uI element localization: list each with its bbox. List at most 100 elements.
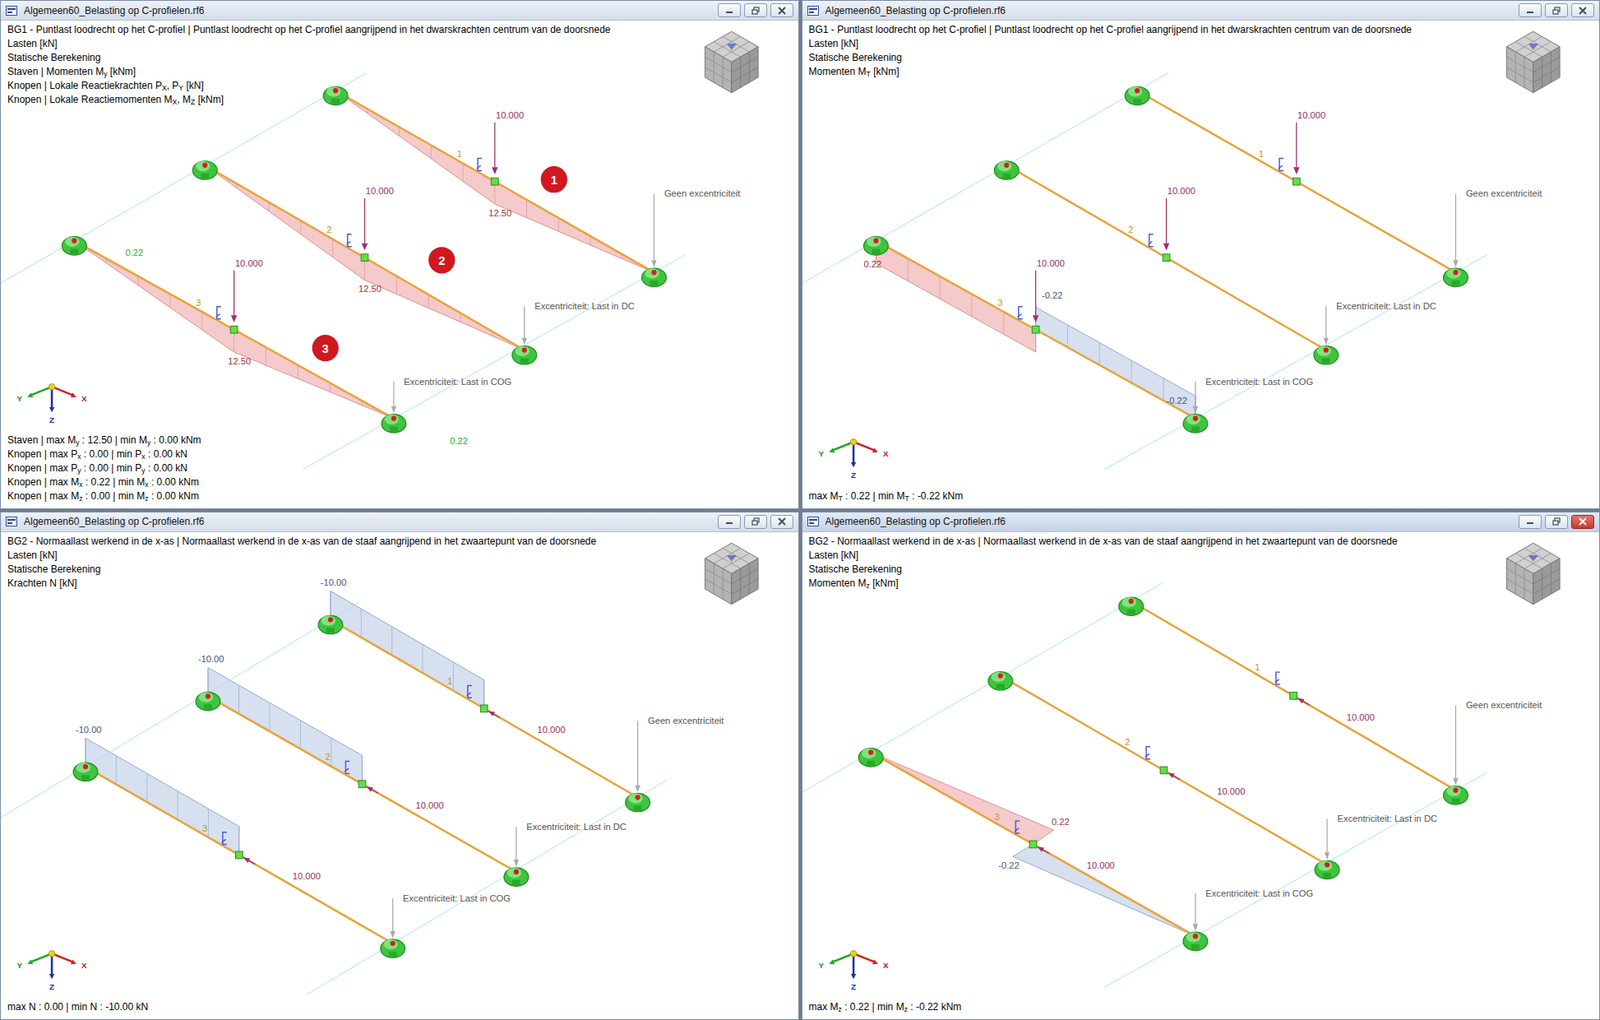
text-segment: BG1 - Puntlast loodrecht op het C-profie… bbox=[809, 23, 1413, 36]
close-button[interactable] bbox=[770, 3, 794, 18]
summary-line: Knopen | max Mz : 0.00 | min Mz : 0.00 k… bbox=[7, 489, 202, 504]
member-number: 1 bbox=[457, 148, 463, 159]
diagram-value: -10.00 bbox=[320, 577, 347, 588]
result-window[interactable]: Algemeen60_Belasting op C-profielen.rf6-… bbox=[0, 511, 800, 1020]
load-arrow-icon bbox=[1162, 198, 1169, 250]
load-value: 10.000 bbox=[537, 724, 566, 735]
load-arrow-icon bbox=[361, 198, 368, 250]
load-arrow-icon bbox=[1297, 697, 1309, 704]
model-canvas[interactable]: -10.00110.000Geen excentriciteit-10.0021… bbox=[0, 531, 799, 1020]
text-segment: Momenten M bbox=[809, 65, 867, 78]
support-icon bbox=[863, 236, 888, 255]
minimize-button[interactable] bbox=[717, 514, 741, 529]
load-node-icon bbox=[1292, 177, 1300, 185]
model-view[interactable]: -10.00110.000Geen excentriciteit-10.0021… bbox=[0, 531, 799, 1020]
close-button[interactable] bbox=[770, 514, 794, 529]
eccentricity-note: Excentriciteit: Last in COG bbox=[1205, 887, 1314, 898]
header-line: Staven | Momenten My [kNm] bbox=[7, 64, 611, 79]
member-line[interactable] bbox=[875, 240, 1196, 419]
member-line[interactable] bbox=[1006, 165, 1327, 351]
member-line[interactable] bbox=[1137, 90, 1456, 273]
callout-number: 1 bbox=[550, 173, 558, 187]
summary-line: Knopen | max Mx : 0.22 | min Mx : 0.00 k… bbox=[7, 475, 202, 490]
load-node-icon bbox=[360, 254, 369, 262]
load-arrow-icon bbox=[1167, 772, 1180, 779]
cross-section-icon bbox=[476, 158, 482, 172]
minimize-button[interactable] bbox=[1518, 514, 1542, 529]
reaction-value: 0.22 bbox=[124, 247, 144, 258]
eccentricity-note: Excentriciteit: Last in DC bbox=[534, 300, 635, 311]
member-line[interactable] bbox=[73, 240, 394, 419]
member-line[interactable] bbox=[999, 675, 1327, 865]
result-header: BG2 - Normaallast werkend in de x-as | N… bbox=[809, 534, 1398, 591]
minimize-button[interactable] bbox=[717, 3, 741, 18]
header-line: BG1 - Puntlast loodrecht op het C-profie… bbox=[7, 23, 611, 37]
result-header: BG2 - Normaallast werkend in de x-as | N… bbox=[7, 534, 597, 591]
member-line[interactable] bbox=[208, 695, 517, 872]
text-segment: max N : 0.00 | min N : -10.00 kN bbox=[7, 1000, 148, 1013]
eccentricity-note: Geen excentriciteit bbox=[1465, 188, 1542, 199]
diagram-value: 0.22 bbox=[1050, 815, 1069, 826]
text-segment: Knopen | max M bbox=[7, 476, 79, 488]
axis-label: Z bbox=[850, 980, 856, 990]
model-canvas[interactable]: 110.000Geen excentriciteit210.000Excentr… bbox=[802, 20, 1600, 509]
text-segment: Knopen | max M bbox=[7, 490, 79, 502]
eccentricity-note: Geen excentriciteit bbox=[664, 188, 741, 199]
minimize-icon bbox=[724, 6, 735, 15]
text-segment: Knopen | Lokale Reactiemomenten M bbox=[7, 93, 173, 106]
grid-line-icon bbox=[802, 72, 1487, 470]
member-line[interactable] bbox=[335, 90, 654, 273]
subscript: x bbox=[141, 452, 145, 461]
restore-button[interactable] bbox=[1544, 514, 1568, 529]
subscript: T bbox=[838, 494, 843, 503]
text-segment: : 0.22 | min M bbox=[82, 476, 145, 488]
load-value: 10.000 bbox=[1086, 859, 1115, 870]
cross-section-icon bbox=[1274, 671, 1280, 685]
close-button[interactable] bbox=[1571, 3, 1595, 18]
result-header: BG1 - Puntlast loodrecht op het C-profie… bbox=[7, 23, 611, 107]
restore-button[interactable] bbox=[1544, 3, 1568, 18]
member-line[interactable] bbox=[204, 165, 525, 351]
restore-button[interactable] bbox=[744, 514, 768, 529]
restore-icon bbox=[750, 6, 761, 15]
result-window[interactable]: Algemeen60_Belasting op C-profielen.rf61… bbox=[801, 511, 1600, 1020]
text-segment: Knopen | max P bbox=[7, 448, 78, 460]
result-window[interactable]: Algemeen60_Belasting op C-profielen.rf61… bbox=[801, 0, 1600, 509]
member-line[interactable] bbox=[330, 619, 639, 797]
result-diagram bbox=[1012, 843, 1195, 936]
load-node-icon bbox=[1162, 254, 1170, 262]
member-line[interactable] bbox=[870, 751, 1196, 935]
result-window[interactable]: Algemeen60_Belasting op C-profielen.rf61… bbox=[0, 0, 800, 509]
support-icon bbox=[1314, 860, 1340, 879]
close-button[interactable] bbox=[1571, 514, 1595, 529]
cross-section-icon bbox=[1277, 158, 1283, 172]
eccentricity-note: Excentriciteit: Last in DC bbox=[1336, 300, 1437, 311]
note-arrow-icon bbox=[1452, 194, 1458, 268]
support-icon bbox=[858, 747, 884, 766]
result-diagram bbox=[870, 751, 1054, 844]
result-diagram bbox=[204, 165, 525, 351]
member-number: 2 bbox=[325, 751, 331, 762]
result-diagram bbox=[73, 240, 394, 419]
axis-label: X bbox=[81, 959, 88, 969]
member-number: 2 bbox=[326, 224, 332, 235]
subscript: Y bbox=[178, 83, 184, 93]
model-view[interactable]: 110.000Geen excentriciteit210.000Excentr… bbox=[802, 20, 1600, 509]
load-value: 10.000 bbox=[1035, 258, 1064, 269]
model-view[interactable]: 12.50110.000Geen excentriciteit12.50210.… bbox=[0, 20, 799, 509]
subscript: y bbox=[77, 466, 81, 475]
subscript: T bbox=[866, 69, 871, 79]
model-canvas[interactable]: 110.000Geen excentriciteit210.000Excentr… bbox=[802, 531, 1600, 1020]
load-node-icon bbox=[358, 779, 366, 787]
model-view[interactable]: 110.000Geen excentriciteit210.000Excentr… bbox=[802, 531, 1600, 1020]
restore-button[interactable] bbox=[744, 3, 768, 18]
cross-section-icon bbox=[344, 760, 350, 773]
subscript: z bbox=[78, 494, 83, 503]
minimize-button[interactable] bbox=[1518, 3, 1542, 18]
result-summary: max MT : 0.22 | min MT : -0.22 kNm bbox=[809, 489, 964, 504]
member-line[interactable] bbox=[85, 766, 394, 944]
axis-label: Y bbox=[16, 959, 23, 969]
cross-section-icon bbox=[467, 684, 472, 698]
member-line[interactable] bbox=[1130, 600, 1456, 790]
subscript: x bbox=[144, 480, 148, 489]
